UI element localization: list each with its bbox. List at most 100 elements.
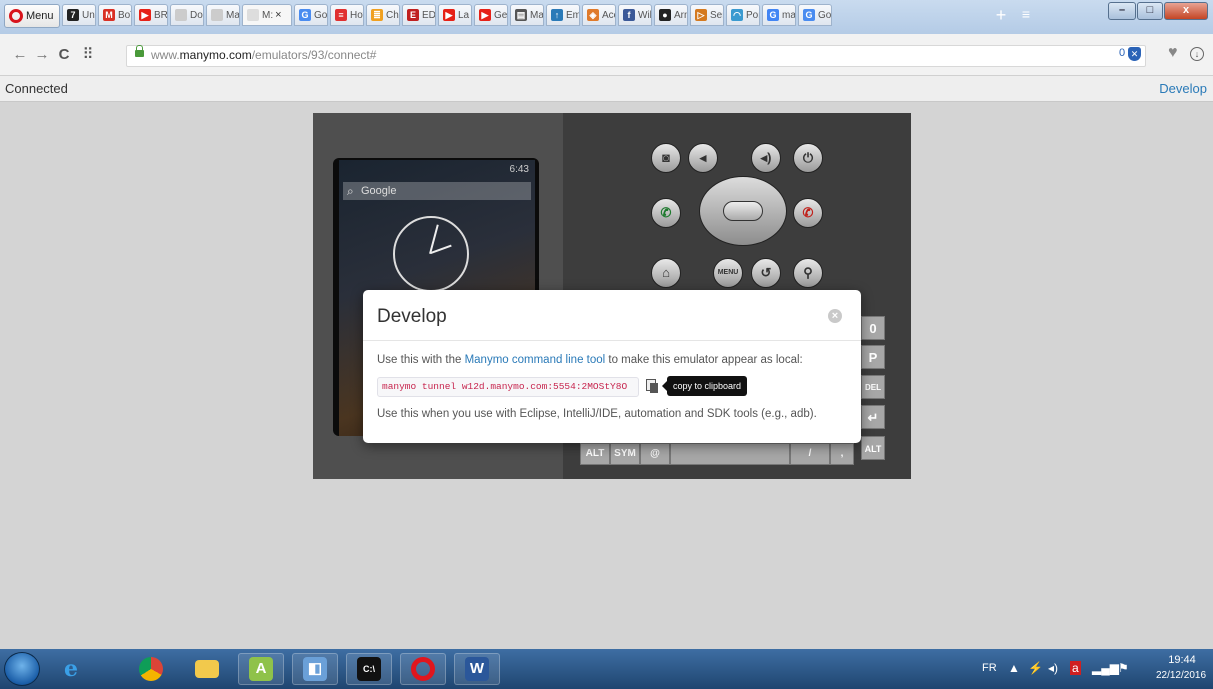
browser-tab[interactable]: ↑Emj xyxy=(546,4,580,26)
tab-menu-icon[interactable]: ≡ xyxy=(1015,6,1037,26)
power-plug-icon[interactable]: ⚡ xyxy=(1028,661,1043,675)
browser-tab[interactable]: ▶La v xyxy=(438,4,472,26)
adblock-shield-icon[interactable]: ✕ xyxy=(1128,47,1141,61)
browser-tab[interactable]: Gma xyxy=(762,4,796,26)
close-window-button[interactable]: x xyxy=(1164,2,1208,20)
key-del[interactable]: DEL xyxy=(861,375,885,399)
develop-dialog: Develop × Use this with the Manymo comma… xyxy=(363,290,861,443)
tab-label: Ma xyxy=(226,9,240,21)
browser-tab[interactable]: ◠Por xyxy=(726,4,760,26)
volume-icon[interactable]: ◂) xyxy=(1048,661,1058,675)
browser-tab[interactable]: ▷Ser xyxy=(690,4,724,26)
clock-time[interactable]: 19:44 xyxy=(1158,654,1206,666)
key-comma[interactable]: , xyxy=(830,443,854,465)
browser-tab[interactable]: f Wil xyxy=(618,4,652,26)
camera-icon[interactable]: ◙ xyxy=(651,143,681,173)
opera-menu-button[interactable]: Menu xyxy=(4,4,60,28)
key-enter[interactable]: ↵ xyxy=(861,405,885,429)
back-icon[interactable]: ↺ xyxy=(751,258,781,288)
browser-tab[interactable]: ≡Hov xyxy=(330,4,364,26)
chrome-icon[interactable] xyxy=(128,653,174,685)
clipboard-icon[interactable] xyxy=(646,379,658,393)
key-slash[interactable]: / xyxy=(790,443,830,465)
menu-button[interactable]: MENU xyxy=(713,258,743,288)
url-input[interactable]: www.manymo.com/emulators/93/connect# xyxy=(126,45,1146,67)
volume-down-icon[interactable]: ◂ xyxy=(688,143,718,173)
browser-tab[interactable]: M: × xyxy=(242,4,292,26)
bookmark-heart-icon[interactable]: ♥ xyxy=(1168,44,1178,62)
reload-icon[interactable]: C xyxy=(54,46,74,64)
key-0[interactable]: 0 xyxy=(861,316,885,340)
home-icon[interactable]: ⌂ xyxy=(651,258,681,288)
command-line-tool-link[interactable]: Manymo command line tool xyxy=(465,354,606,366)
folder-icon[interactable] xyxy=(184,653,230,685)
download-icon[interactable]: ↓ xyxy=(1190,47,1204,61)
virtualbox-icon[interactable]: ◧ xyxy=(292,653,338,685)
google-search-bar[interactable]: Google xyxy=(343,182,531,200)
browser-tab[interactable]: ▤ Ma xyxy=(510,4,544,26)
cmd-icon[interactable]: C:\ xyxy=(346,653,392,685)
browser-tab[interactable]: EEDE xyxy=(402,4,436,26)
dialog-close-icon[interactable]: × xyxy=(828,309,842,323)
stripe-icon: ≡ xyxy=(335,9,347,21)
facebook-icon: f xyxy=(623,9,635,21)
ie-icon[interactable]: e xyxy=(48,653,94,685)
tab-label: Ser xyxy=(710,9,723,21)
power-icon[interactable]: ⏻ xyxy=(793,143,823,173)
browser-tab[interactable]: ◈Acc xyxy=(582,4,616,26)
network-signal-icon[interactable]: ▂▄▆ xyxy=(1092,661,1119,675)
browser-tab[interactable]: Doc xyxy=(170,4,204,26)
ede-icon: E xyxy=(407,9,419,21)
search-icon[interactable]: ⚲ xyxy=(793,258,823,288)
youtube-icon: ▶ xyxy=(479,9,491,21)
key-space[interactable] xyxy=(670,443,790,465)
maximize-button[interactable]: □ xyxy=(1137,2,1163,20)
github-icon: ● xyxy=(659,9,671,21)
end-call-icon[interactable]: ✆ xyxy=(793,198,823,228)
close-tab-icon[interactable]: × xyxy=(275,9,281,21)
youtube-icon: ▶ xyxy=(139,9,151,21)
show-hidden-icons-icon[interactable]: ▲ xyxy=(1008,661,1020,675)
back-arrow-icon[interactable]: ← xyxy=(10,46,30,64)
opera-icon[interactable] xyxy=(400,653,446,685)
tab-label: Goc xyxy=(314,9,328,21)
tab-label: Une xyxy=(82,9,95,21)
browser-tab[interactable]: Ma xyxy=(206,4,240,26)
page-header: Connected Develop xyxy=(0,76,1213,102)
volume-up-icon[interactable]: ◂) xyxy=(751,143,781,173)
browser-tab[interactable]: ●Arn xyxy=(654,4,688,26)
browser-tab[interactable]: G Go xyxy=(798,4,832,26)
develop-link[interactable]: Develop xyxy=(1159,81,1207,96)
browser-tab[interactable]: ≣Cha xyxy=(366,4,400,26)
tunnel-command-field[interactable]: manymo tunnel w12d.manymo.com:5554:2MOSt… xyxy=(377,377,639,397)
dpad-center-button[interactable] xyxy=(723,201,763,221)
minimize-button[interactable]: – xyxy=(1108,2,1136,20)
word-icon[interactable]: W xyxy=(454,653,500,685)
start-button[interactable] xyxy=(4,652,40,686)
language-indicator[interactable]: FR xyxy=(982,662,997,674)
speed-dial-grid-icon[interactable]: ⠿ xyxy=(78,46,98,64)
call-icon[interactable]: ✆ xyxy=(651,198,681,228)
antivirus-icon[interactable]: a xyxy=(1070,661,1081,675)
document-icon: ▤ xyxy=(515,9,527,21)
key-alt[interactable]: ALT xyxy=(580,443,610,465)
pin-icon: ↑ xyxy=(551,9,563,21)
key-sym[interactable]: SYM xyxy=(610,443,640,465)
tab-label: M: xyxy=(262,9,274,21)
browser-tab[interactable]: GGoc xyxy=(294,4,328,26)
clock-date[interactable]: 22/12/2016 xyxy=(1154,670,1208,681)
key-p[interactable]: P xyxy=(861,345,885,369)
key-at[interactable]: @ xyxy=(640,443,670,465)
new-tab-icon[interactable]: + xyxy=(990,6,1012,26)
action-center-flag-icon[interactable]: ⚑ xyxy=(1118,661,1129,675)
browser-tab[interactable]: ▶Get xyxy=(474,4,508,26)
tab-label: Por xyxy=(746,9,759,21)
browser-tab[interactable]: 7Une xyxy=(62,4,96,26)
dpad[interactable] xyxy=(699,176,787,246)
browser-tab[interactable]: M Boî xyxy=(98,4,132,26)
url-text: www.manymo.com/emulators/93/connect# xyxy=(151,48,377,62)
forward-arrow-icon[interactable]: → xyxy=(32,46,52,64)
browser-tab[interactable]: ▶BRI xyxy=(134,4,168,26)
tab-label: Doc xyxy=(190,9,203,21)
android-studio-icon[interactable]: A xyxy=(238,653,284,685)
